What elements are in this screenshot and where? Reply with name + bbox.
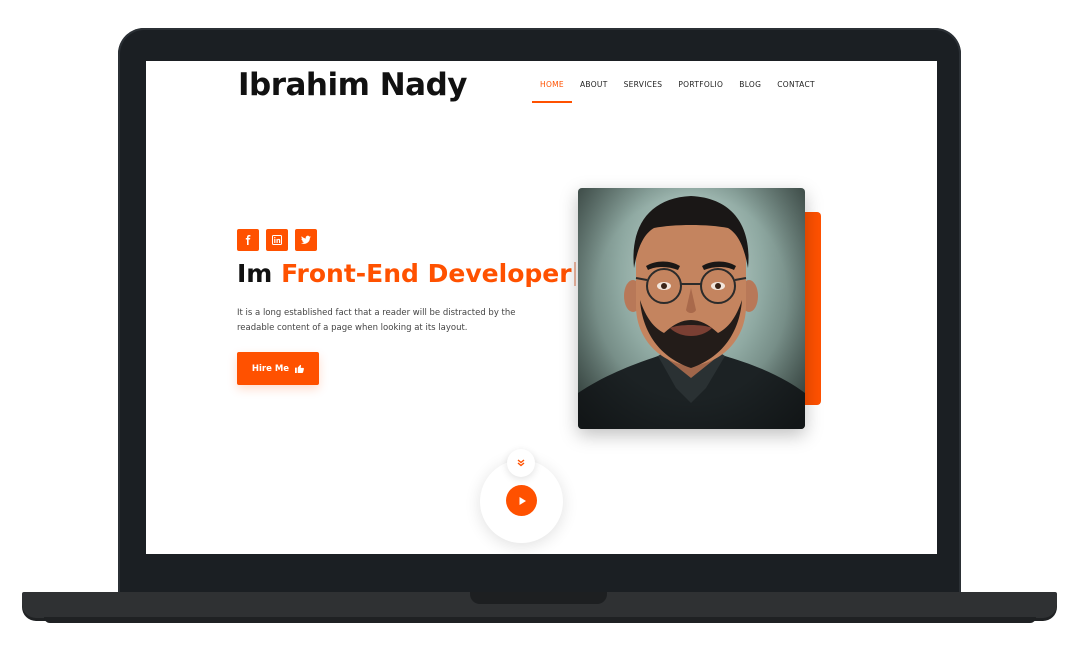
site-logo[interactable]: Ibrahim Nady: [238, 67, 467, 103]
nav-portfolio[interactable]: PORTFOLIO: [670, 80, 731, 103]
nav-blog[interactable]: BLOG: [731, 80, 769, 103]
laptop-notch: [470, 592, 607, 604]
thumbs-up-icon: [295, 364, 305, 373]
main-nav: HOME ABOUT SERVICES PORTFOLIO BLOG CONTA…: [532, 80, 823, 103]
play-icon: [519, 496, 526, 505]
hero-description: It is a long established fact that a rea…: [237, 308, 516, 333]
laptop-base-foot: [44, 617, 1036, 623]
twitter-icon[interactable]: [295, 229, 317, 251]
hero-headline: Im Front-End Developer: [237, 259, 576, 288]
play-video-button[interactable]: [506, 485, 537, 516]
facebook-icon[interactable]: [237, 229, 259, 251]
linkedin-icon[interactable]: [266, 229, 288, 251]
typing-cursor: [573, 262, 576, 286]
headline-accent: Front-End Developer: [281, 259, 572, 288]
hire-me-button[interactable]: Hire Me: [237, 352, 319, 385]
headline-prefix: Im: [237, 259, 273, 288]
scroll-down-button[interactable]: [507, 449, 535, 477]
social-links: [237, 229, 317, 251]
double-chevron-down-icon: [517, 459, 525, 467]
nav-contact[interactable]: CONTACT: [769, 80, 823, 103]
laptop-screen: Ibrahim Nady HOME ABOUT SERVICES PORTFOL…: [146, 61, 937, 554]
nav-services[interactable]: SERVICES: [616, 80, 671, 103]
nav-about[interactable]: ABOUT: [572, 80, 616, 103]
profile-photo: [578, 188, 805, 429]
nav-home[interactable]: HOME: [532, 80, 572, 103]
hire-me-label: Hire Me: [251, 363, 290, 374]
